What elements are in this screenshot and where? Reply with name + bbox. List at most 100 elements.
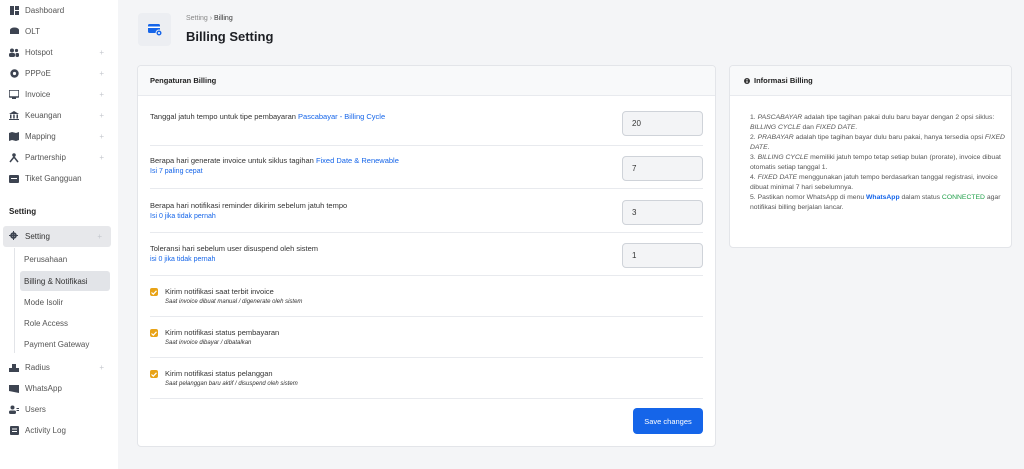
sidebar-item-setting[interactable]: Setting + — [3, 226, 111, 247]
expand-plus-icon[interactable]: + — [99, 111, 104, 120]
dashboard-icon — [9, 6, 19, 16]
sidebar-item-label: Mapping — [25, 132, 56, 141]
checkbox-label: Kirim notifikasi status pembayaran — [165, 328, 280, 337]
notify-customer-checkbox[interactable] — [150, 370, 158, 378]
suspend-tolerance-input[interactable]: 1 — [622, 243, 703, 268]
expand-plus-icon[interactable]: + — [99, 363, 104, 372]
breadcrumb-separator: › — [209, 15, 213, 22]
breadcrumb-parent[interactable]: Setting — [186, 15, 208, 22]
sidebar-item-hotspot[interactable]: Hotspot + — [0, 42, 118, 63]
reminder-days-input[interactable]: 3 — [622, 200, 703, 225]
sidebar-item-label: OLT — [25, 27, 40, 36]
setting-row-notify-payment: Kirim notifikasi status pembayaran Saat … — [150, 317, 703, 358]
expand-plus-icon[interactable]: + — [97, 232, 102, 241]
expand-plus-icon[interactable]: + — [99, 132, 104, 141]
breadcrumb: Setting › Billing — [186, 15, 233, 22]
sidebar-section-title: Setting — [9, 207, 37, 216]
sidebar-subitem-role-access[interactable]: Role Access — [20, 313, 110, 333]
save-changes-button[interactable]: Save changes — [633, 408, 703, 434]
sidebar-item-radius[interactable]: Radius + — [0, 357, 118, 378]
sidebar-item-pppoe[interactable]: PPPoE + — [0, 63, 118, 84]
sidebar-item-activity-log[interactable]: Activity Log — [0, 420, 118, 441]
sidebar-item-users[interactable]: Users — [0, 399, 118, 420]
checkbox-label: Kirim notifikasi saat terbit invoice — [165, 287, 274, 296]
row-label: Tanggal jatuh tempo untuk tipe pembayara… — [150, 112, 386, 121]
olt-icon — [9, 27, 19, 37]
info-item: 2. PRABAYAR adalah tipe tagihan bayar du… — [750, 134, 1005, 151]
sidebar-item-olt[interactable]: OLT — [0, 21, 118, 42]
sidebar-item-label: Hotspot — [25, 48, 53, 57]
map-icon — [9, 132, 19, 142]
sidebar-item-label: Radius — [25, 363, 50, 372]
sidebar-item-label: Partnership — [25, 153, 66, 162]
setting-row-suspend-tolerance: Toleransi hari sebelum user disuspend ol… — [150, 233, 703, 276]
sidebar-subitem-perusahaan[interactable]: Perusahaan — [20, 249, 110, 269]
invoice-icon — [9, 90, 19, 100]
info-item: 5. Pastikan nomor WhatsApp di menu Whats… — [750, 194, 1001, 211]
setting-row-generate-invoice: Berapa hari generate invoice untuk siklu… — [150, 146, 703, 189]
expand-plus-icon[interactable]: + — [99, 48, 104, 57]
sidebar-item-invoice[interactable]: Invoice + — [0, 84, 118, 105]
expand-plus-icon[interactable]: + — [99, 153, 104, 162]
sidebar-item-mapping[interactable]: Mapping + — [0, 126, 118, 147]
bank-icon — [9, 111, 19, 121]
billing-settings-icon — [138, 13, 171, 46]
pascabayar-link[interactable]: Pascabayar - Billing Cycle — [298, 112, 385, 121]
info-icon — [744, 77, 750, 84]
card-title: Informasi Billing — [730, 66, 1011, 96]
sidebar-item-keuangan[interactable]: Keuangan + — [0, 105, 118, 126]
row-hint: Isi 7 paling cepat — [150, 168, 203, 175]
log-icon — [9, 426, 19, 436]
pppoe-icon — [9, 69, 19, 79]
hotspot-icon — [9, 48, 19, 58]
sidebar-item-label: Users — [25, 405, 46, 414]
users-icon — [9, 405, 19, 415]
row-label: Toleransi hari sebelum user disuspend ol… — [150, 244, 319, 253]
info-item: 1. PASCABAYAR adalah tipe tagihan pakai … — [750, 114, 995, 131]
connected-status-text: CONNECTED — [941, 194, 985, 201]
info-item: 3. BILLING CYCLE memiliki jatuh tempo te… — [750, 154, 1001, 171]
setting-row-notify-invoice: Kirim notifikasi saat terbit invoice Saa… — [150, 276, 703, 317]
sidebar-item-label: Keuangan — [25, 111, 62, 120]
info-item: 4. FIXED DATE menggunakan jatuh tempo be… — [750, 174, 998, 191]
whatsapp-icon — [9, 384, 19, 394]
setting-row-due-date: Tanggal jatuh tempo untuk tipe pembayara… — [150, 96, 703, 146]
fixed-date-link[interactable]: Fixed Date & Renewable — [316, 156, 399, 165]
partnership-icon — [9, 152, 19, 163]
sidebar-item-label: Tiket Gangguan — [25, 174, 82, 183]
notify-payment-checkbox[interactable] — [150, 329, 158, 337]
setting-row-notify-customer: Kirim notifikasi status pelanggan Saat p… — [150, 358, 703, 399]
breadcrumb-current: Billing — [214, 15, 233, 22]
sidebar-item-label: Dashboard — [25, 6, 65, 15]
expand-plus-icon[interactable]: + — [99, 69, 104, 78]
row-hint: isi 0 jika tidak pernah — [150, 256, 216, 263]
expand-plus-icon[interactable]: + — [99, 90, 104, 99]
sidebar-subitem-billing-notifikasi[interactable]: Billing & Notifikasi — [20, 271, 110, 291]
setting-row-reminder: Berapa hari notifikasi reminder dikirim … — [150, 189, 703, 233]
whatsapp-menu-link[interactable]: WhatsApp — [866, 194, 900, 201]
checkbox-label: Kirim notifikasi status pelanggan — [165, 369, 273, 378]
ticket-icon — [9, 174, 19, 184]
gear-icon — [9, 231, 18, 242]
sidebar-subitem-mode-isolir[interactable]: Mode Isolir — [20, 292, 110, 312]
billing-info-card: Informasi Billing 1. PASCABAYAR adalah t… — [729, 65, 1012, 248]
billing-settings-card: Pengaturan Billing Tanggal jatuh tempo u… — [137, 65, 716, 447]
sidebar-subitem-payment-gateway[interactable]: Payment Gateway — [20, 334, 110, 354]
sidebar-item-whatsapp[interactable]: WhatsApp — [0, 378, 118, 399]
checkbox-description: Saat invoice dibayar / dibatalkan — [165, 340, 252, 346]
page-title: Billing Setting — [186, 29, 274, 44]
due-date-input[interactable]: 20 — [622, 111, 703, 136]
sidebar-item-label: Invoice — [25, 90, 51, 99]
generate-invoice-days-input[interactable]: 7 — [622, 156, 703, 181]
sidebar-item-partnership[interactable]: Partnership + — [0, 147, 118, 168]
sidebar: Dashboard OLT Hotspot + PPPoE + Invoice … — [0, 0, 118, 469]
sidebar-item-label: WhatsApp — [25, 384, 62, 393]
sidebar-item-dashboard[interactable]: Dashboard — [0, 0, 118, 21]
billing-info-list: 1. PASCABAYAR adalah tipe tagihan pakai … — [750, 113, 1012, 213]
notify-invoice-checkbox[interactable] — [150, 288, 158, 296]
sidebar-item-label: Setting — [25, 232, 50, 241]
row-hint: Isi 0 jika tidak pernah — [150, 213, 216, 220]
sidebar-item-tiket-gangguan[interactable]: Tiket Gangguan — [0, 168, 118, 189]
submenu-rail — [14, 248, 15, 353]
sidebar-item-label: PPPoE — [25, 69, 51, 78]
